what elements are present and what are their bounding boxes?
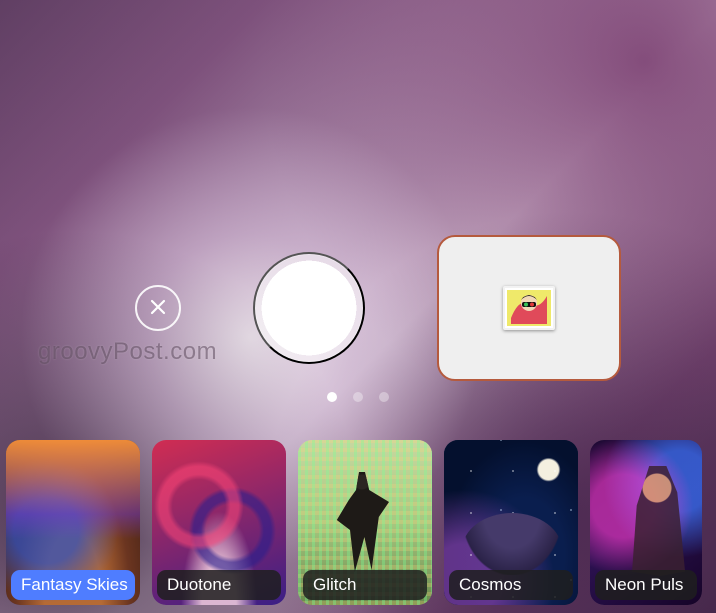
filter-label: Glitch <box>303 570 427 600</box>
close-button[interactable] <box>135 285 181 331</box>
filter-label: Neon Puls <box>595 570 697 600</box>
filter-item-glitch[interactable]: Glitch <box>298 440 432 605</box>
pagination-dots <box>0 392 716 402</box>
pagination-dot-3[interactable] <box>379 392 389 402</box>
filter-item-cosmos[interactable]: Cosmos <box>444 440 578 605</box>
pagination-dot-1[interactable] <box>327 392 337 402</box>
pagination-dot-2[interactable] <box>353 392 363 402</box>
gallery-thumbnail <box>503 286 555 330</box>
filter-label: Duotone <box>157 570 281 600</box>
shutter-button[interactable] <box>253 252 365 364</box>
filter-label: Cosmos <box>449 570 573 600</box>
filter-item-neon-pulse[interactable]: Neon Puls <box>590 440 702 605</box>
gallery-button[interactable] <box>437 235 621 381</box>
capture-controls-row <box>0 235 716 381</box>
camera-app: groovyPost.com <box>0 0 716 613</box>
filter-label: Fantasy Skies <box>11 570 135 600</box>
close-icon <box>150 299 166 318</box>
filter-item-fantasy-skies[interactable]: Fantasy Skies <box>6 440 140 605</box>
filter-item-duotone[interactable]: Duotone <box>152 440 286 605</box>
filter-strip[interactable]: Fantasy Skies Duotone Glitch Cosmos Neon… <box>0 430 716 605</box>
